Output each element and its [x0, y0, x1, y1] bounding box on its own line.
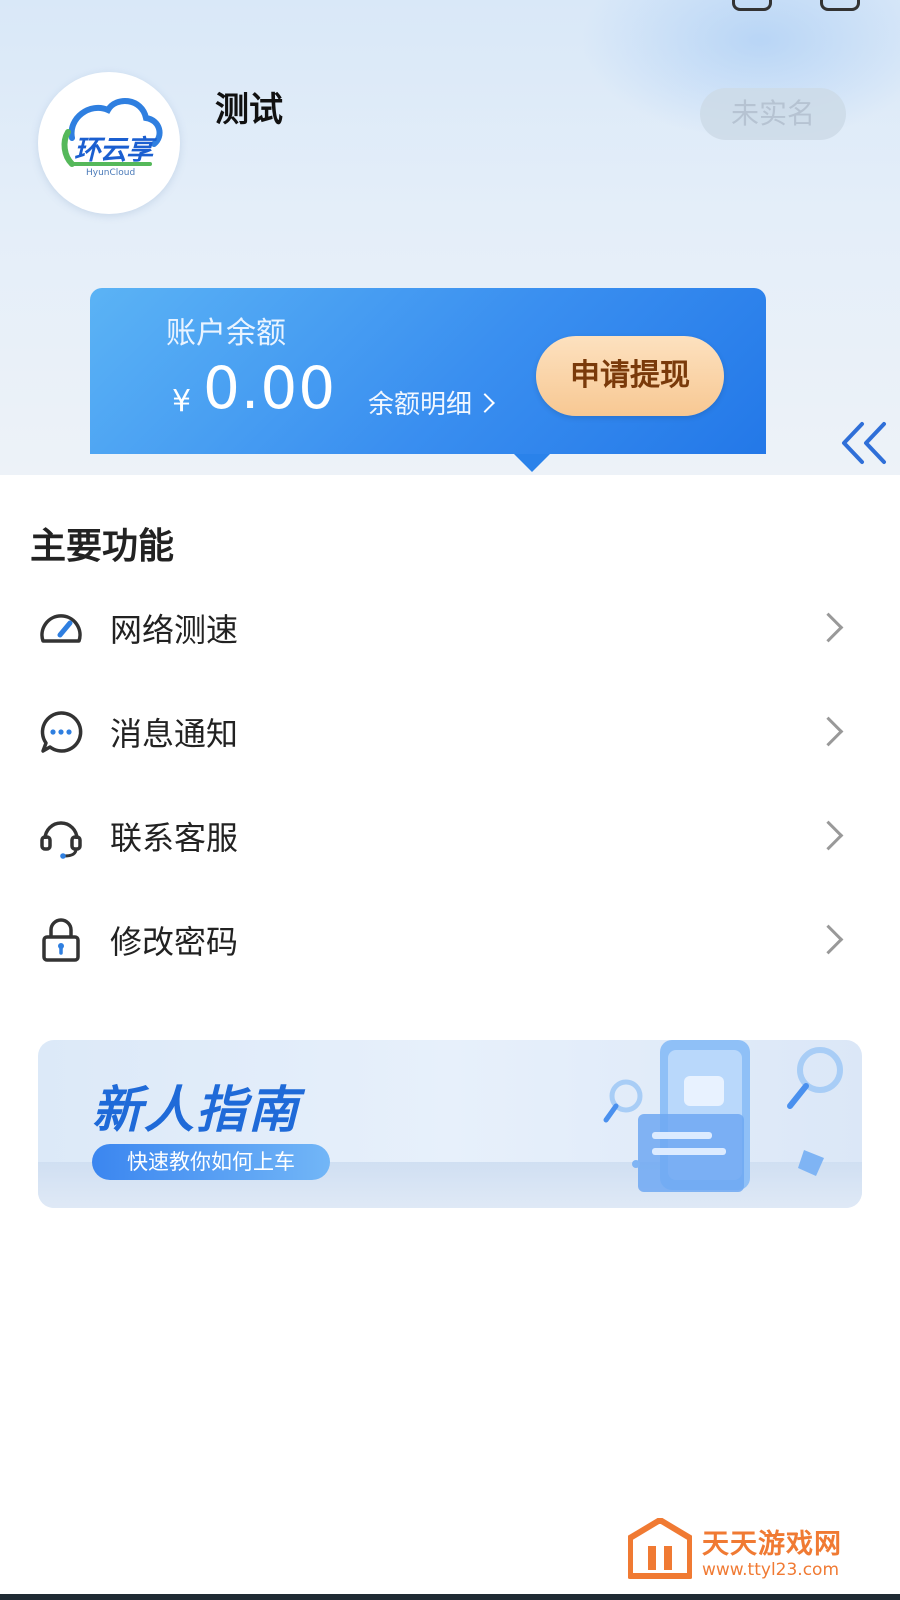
speedometer-icon	[40, 614, 82, 643]
chat-bubble-icon	[40, 711, 83, 753]
message-icon[interactable]	[732, 0, 772, 11]
lock-icon	[42, 918, 80, 962]
card-pointer	[514, 454, 550, 472]
balance-detail-label: 余额明细	[368, 390, 473, 420]
currency-symbol: ¥	[172, 384, 192, 419]
menu-item-label: 修改密码	[110, 923, 239, 961]
menu-item-change-password[interactable]: 修改密码	[0, 895, 900, 985]
avatar[interactable]: 环云享 HyunCloud	[38, 72, 180, 214]
watermark: 天天游戏网 www.ttyl23.com	[608, 1510, 900, 1600]
username: 测试	[215, 90, 283, 130]
phone-illustration-icon	[603, 1040, 843, 1192]
menu-item-label: 消息通知	[110, 715, 239, 753]
profile-header: 环云享 HyunCloud 测试 未实名 账户余额 ¥ 0.00 余额明细 申请…	[0, 0, 900, 475]
logo-subtitle: HyunCloud	[86, 168, 136, 178]
logo-text: 环云享	[74, 135, 153, 166]
menu-item-label: 网络测速	[110, 611, 239, 649]
chevron-right-icon	[813, 716, 844, 747]
withdraw-button[interactable]: 申请提现	[536, 336, 724, 416]
settings-icon[interactable]	[820, 0, 860, 11]
balance-detail-link[interactable]: 余额明细	[368, 384, 495, 421]
verification-status-badge[interactable]: 未实名	[700, 88, 846, 140]
section-title: 主要功能	[30, 526, 175, 567]
guide-subtitle: 快速教你如何上车	[92, 1144, 330, 1180]
menu-item-network-speed[interactable]: 网络测速	[0, 583, 900, 673]
top-right-icons	[684, 0, 860, 15]
bottom-edge	[0, 1594, 900, 1600]
watermark-logo-icon	[628, 1518, 692, 1579]
watermark-text: 天天游戏网	[702, 1529, 842, 1560]
menu-item-label: 联系客服	[110, 819, 239, 857]
chevron-right-icon	[813, 924, 844, 955]
double-chevron-left-icon[interactable]	[836, 418, 892, 468]
balance-amount: 0.00	[203, 354, 337, 422]
chevron-right-icon	[813, 612, 844, 643]
chevron-right-icon	[475, 393, 495, 413]
balance-label: 账户余额	[166, 316, 286, 351]
menu-item-customer-service[interactable]: 联系客服	[0, 791, 900, 881]
balance-card: 账户余额 ¥ 0.00 余额明细 申请提现	[90, 288, 766, 472]
watermark-url: www.ttyl23.com	[702, 1560, 840, 1580]
new-user-guide-banner[interactable]: 新人指南 快速教你如何上车	[38, 1040, 862, 1208]
headset-icon	[40, 821, 82, 859]
chevron-right-icon	[813, 820, 844, 851]
main-content: 主要功能 网络测速 消息通知 联系客服 修改密码 新人指南 快速教你如何上车	[0, 475, 900, 1600]
menu-item-notifications[interactable]: 消息通知	[0, 687, 900, 777]
guide-title: 新人指南	[92, 1081, 300, 1139]
